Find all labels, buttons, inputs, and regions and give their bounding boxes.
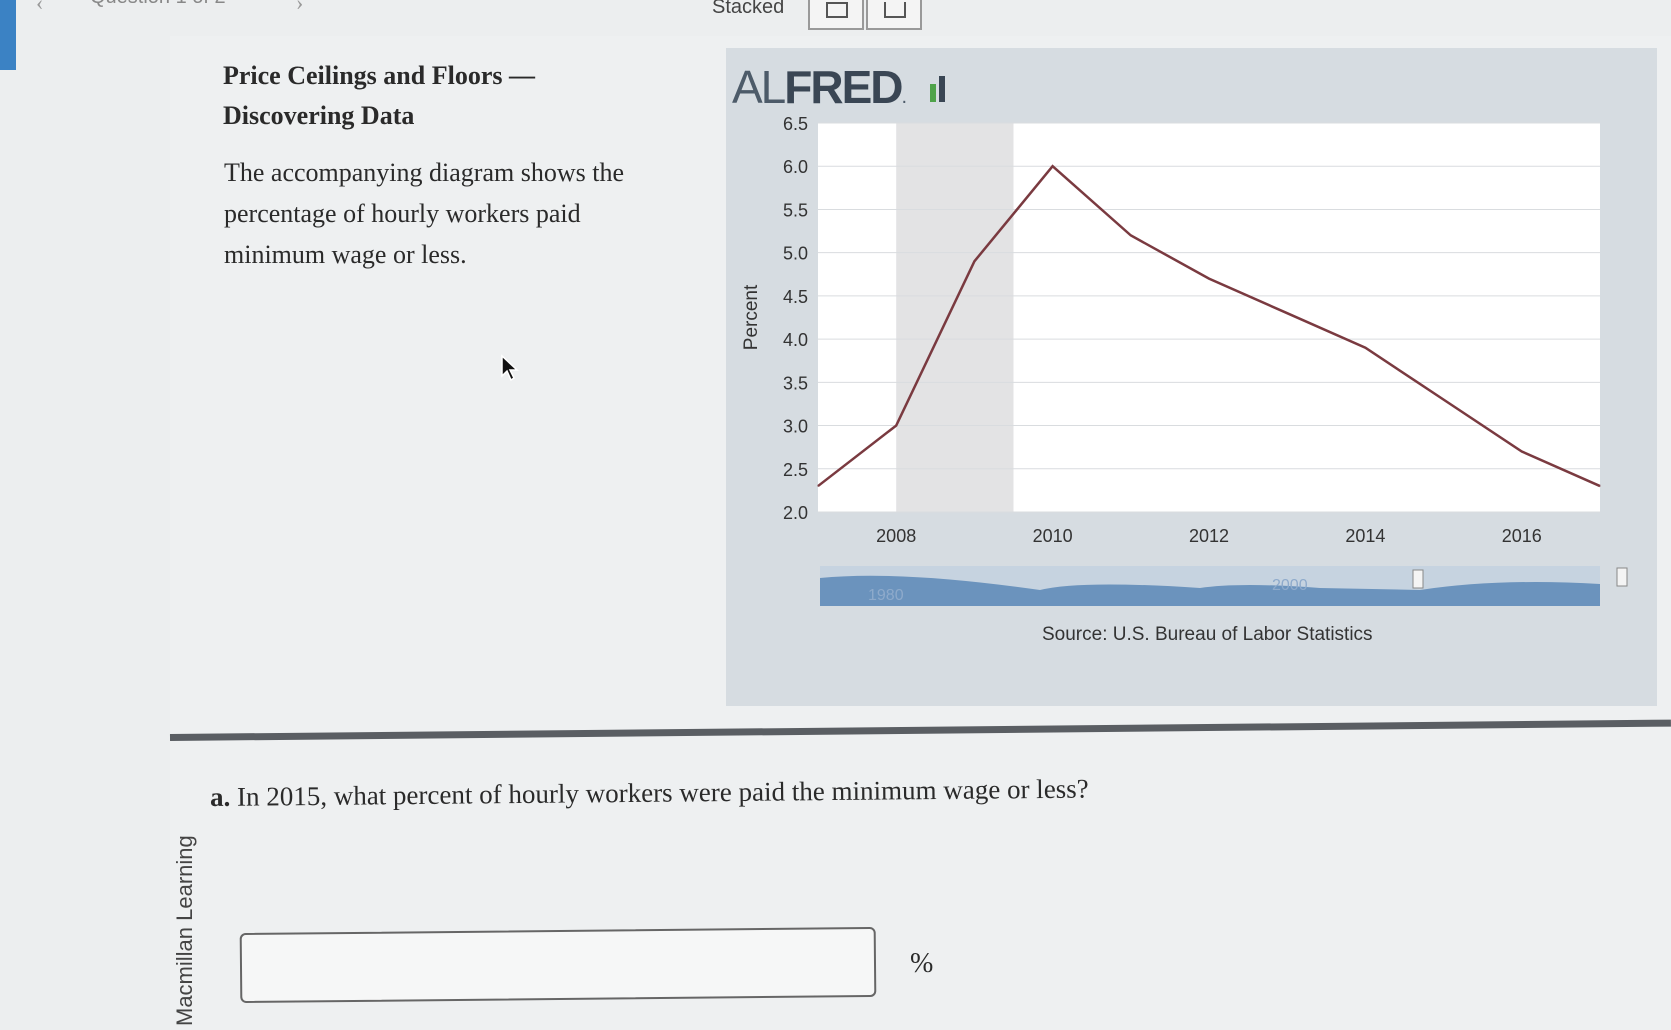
macmillan-brand-vertical: Macmillan Learning [172,835,197,1026]
alfred-logo-bold: FRED [784,61,903,113]
chart-source: Source: U.S. Bureau of Labor Statistics [1042,624,1373,645]
alfred-logo-light: AL [732,61,786,113]
page-title: Price Ceilings and Floors — Discovering … [223,56,643,136]
description-line-3: minimum wage or less. [224,240,467,269]
title-line-2: Discovering Data [223,101,415,130]
description-line-1: The accompanying diagram shows the [224,158,624,187]
box-icon [826,2,848,18]
description: The accompanying diagram shows the perce… [224,152,684,275]
title-line-1: Price Ceilings and Floors — [223,61,535,90]
alfred-logo-dot: . [901,86,907,108]
question-nav-label: Question 1 of 2 [90,0,226,9]
fred-chart-panel [726,48,1657,706]
answer-input[interactable] [239,926,877,1004]
view-toggle-box-button[interactable] [808,0,864,30]
chevron-right-icon[interactable]: › [296,0,303,16]
open-box-icon [884,2,906,18]
question-letter: a. [209,781,231,812]
stacked-label: Stacked [712,0,785,18]
percent-unit: % [910,948,934,979]
chevron-left-icon[interactable]: ‹ [36,0,43,16]
description-line-2: percentage of hourly workers paid [224,199,581,228]
alfred-logo: ALFRED. [732,60,907,114]
mouse-cursor-icon [501,354,519,382]
view-toggle-open-button[interactable] [866,0,922,30]
alfred-bars-icon [930,74,948,102]
